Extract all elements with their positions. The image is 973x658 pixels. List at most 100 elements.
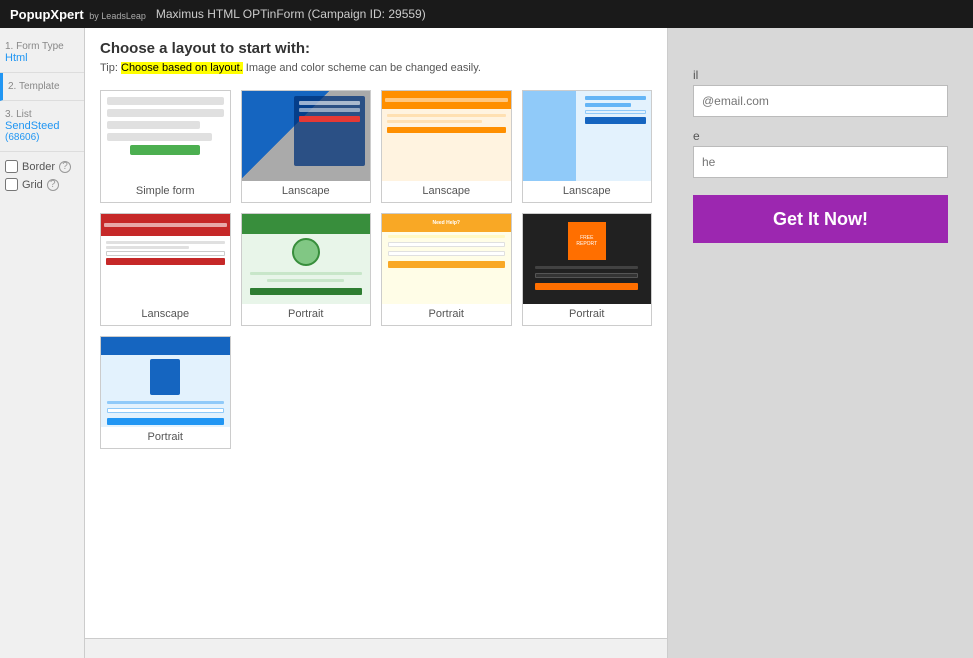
lc2-body	[382, 109, 511, 138]
lc1-line1	[299, 101, 360, 105]
center-panel: Choose a layout to start with: Tip: Choo…	[85, 28, 668, 658]
layout-thumb-portrait-1	[242, 214, 371, 304]
layout-card-simple-form[interactable]: Simple form	[100, 90, 231, 203]
tf-row-4	[107, 133, 212, 141]
sidebar-step-list[interactable]: 3. List SendSteed (68606)	[0, 101, 84, 152]
border-checkbox[interactable]	[5, 160, 18, 173]
layout-label-lanscape-1: Lanscape	[282, 181, 330, 202]
lc3-btn	[585, 117, 646, 124]
lc2-topbar-line	[385, 98, 508, 102]
main-layout: 1. Form Type Html 2. Template 3. List Se…	[0, 28, 973, 658]
layout-label-portrait-1: Portrait	[288, 304, 323, 325]
thumb-inner-portrait1	[242, 214, 371, 304]
layout-card-portrait-3[interactable]: FREEREPORT Portrait	[522, 213, 653, 326]
lc3-img	[523, 91, 577, 181]
lc4-line2	[106, 246, 189, 249]
layout-label-lanscape-2: Lanscape	[422, 181, 470, 202]
tf-btn	[130, 145, 200, 155]
thumb-inner-landscape2	[382, 91, 511, 181]
lc4-topbar-line	[104, 223, 227, 227]
email-input[interactable]	[693, 85, 948, 117]
p1-btn	[250, 288, 363, 295]
step-value-list: SendSteed	[5, 120, 79, 132]
layout-thumb-portrait-4	[101, 337, 230, 427]
bottom-bar	[85, 638, 667, 658]
lc2-topbar	[382, 91, 511, 109]
thumb-inner-landscape3	[523, 91, 652, 181]
layout-card-lanscape-3[interactable]: Lanscape	[522, 90, 653, 203]
step-num-1: 1. Form Type	[5, 41, 79, 52]
layout-card-portrait-1[interactable]: Portrait	[241, 213, 372, 326]
layout-label-portrait-3: Portrait	[569, 304, 604, 325]
p3-book: FREEREPORT	[568, 222, 606, 260]
step-subvalue-list: (68606)	[5, 132, 79, 143]
p4-line1	[107, 401, 224, 404]
lc4-line1	[106, 241, 225, 244]
layout-card-lanscape-4[interactable]: Lanscape	[100, 213, 231, 326]
grid-label: Grid	[22, 179, 43, 191]
grid-option[interactable]: Grid ?	[5, 178, 79, 191]
thumb-inner-portrait4	[101, 337, 230, 427]
thumb-inner-landscape4	[101, 214, 230, 304]
lc2-btn	[387, 127, 506, 133]
name-input[interactable]	[693, 146, 948, 178]
step-num-2: 2. Template	[8, 81, 79, 92]
grid-help-icon[interactable]: ?	[47, 179, 59, 191]
lc1-btn	[299, 116, 360, 122]
p4-head	[101, 337, 230, 355]
layout-card-lanscape-1[interactable]: Lanscape	[241, 90, 372, 203]
layout-label-portrait-2: Portrait	[429, 304, 464, 325]
layout-card-portrait-4[interactable]: Portrait	[100, 336, 231, 449]
p3-line1	[535, 266, 638, 269]
layout-grid-wrapper[interactable]: Simple form	[85, 80, 667, 638]
tf-row-3	[107, 121, 200, 129]
sidebar-step-template[interactable]: 2. Template	[0, 73, 84, 101]
layout-card-lanscape-2[interactable]: Lanscape	[381, 90, 512, 203]
brand-name: PopupXpert	[10, 7, 84, 22]
email-label: il	[693, 68, 948, 82]
border-help-icon[interactable]: ?	[59, 161, 71, 173]
form-preview: il e Get It Now!	[668, 28, 973, 658]
layout-thumb-lanscape-4	[101, 214, 230, 304]
p1-avatar	[292, 238, 320, 266]
p2-field1	[388, 242, 505, 247]
layout-thumb-lanscape-1	[242, 91, 371, 181]
layout-tip: Tip: Choose based on layout. Image and c…	[100, 62, 652, 74]
lc3-content	[580, 91, 651, 181]
layout-thumb-lanscape-2	[382, 91, 511, 181]
border-option[interactable]: Border ?	[5, 160, 79, 173]
thumb-inner-landscape1	[242, 91, 371, 181]
thumb-inner-portrait3: FREEREPORT	[523, 214, 652, 304]
p2-btn	[388, 261, 505, 268]
layout-card-portrait-2[interactable]: Need Help? Portrait	[381, 213, 512, 326]
layout-thumb-portrait-3: FREEREPORT	[523, 214, 652, 304]
layout-header: Choose a layout to start with: Tip: Choo…	[85, 28, 667, 80]
thumb-inner-portrait2: Need Help?	[382, 214, 511, 304]
name-field-group: e	[693, 129, 948, 178]
thumb-inner-simple	[101, 91, 230, 181]
topbar: PopupXpert by LeadsLeap Maximus HTML OPT…	[0, 0, 973, 28]
tip-highlight: Choose based on layout.	[121, 62, 243, 74]
border-label: Border	[22, 161, 55, 173]
lc4-body	[101, 236, 230, 270]
layout-label-simple-form: Simple form	[136, 181, 195, 202]
p1-head	[242, 214, 371, 234]
layout-thumb-portrait-2: Need Help?	[382, 214, 511, 304]
p4-field	[107, 408, 224, 413]
layout-thumb-lanscape-3	[523, 91, 652, 181]
email-field-group: il	[693, 68, 948, 117]
sidebar-step-form-type[interactable]: 1. Form Type Html	[0, 33, 84, 73]
lc1-overlay	[294, 96, 365, 166]
layout-thumb-simple-form	[101, 91, 230, 181]
lc3-line1	[585, 96, 646, 100]
p4-btn	[107, 418, 224, 425]
right-panel: il e Get It Now!	[668, 28, 973, 658]
brand-logo: PopupXpert by LeadsLeap	[10, 7, 146, 22]
lc4-field	[106, 251, 225, 256]
brand-sub: by LeadsLeap	[89, 11, 146, 21]
lc2-line1	[387, 114, 506, 117]
layout-label-lanscape-4: Lanscape	[141, 304, 189, 325]
grid-checkbox[interactable]	[5, 178, 18, 191]
submit-button[interactable]: Get It Now!	[693, 195, 948, 243]
step-num-3: 3. List	[5, 109, 79, 120]
